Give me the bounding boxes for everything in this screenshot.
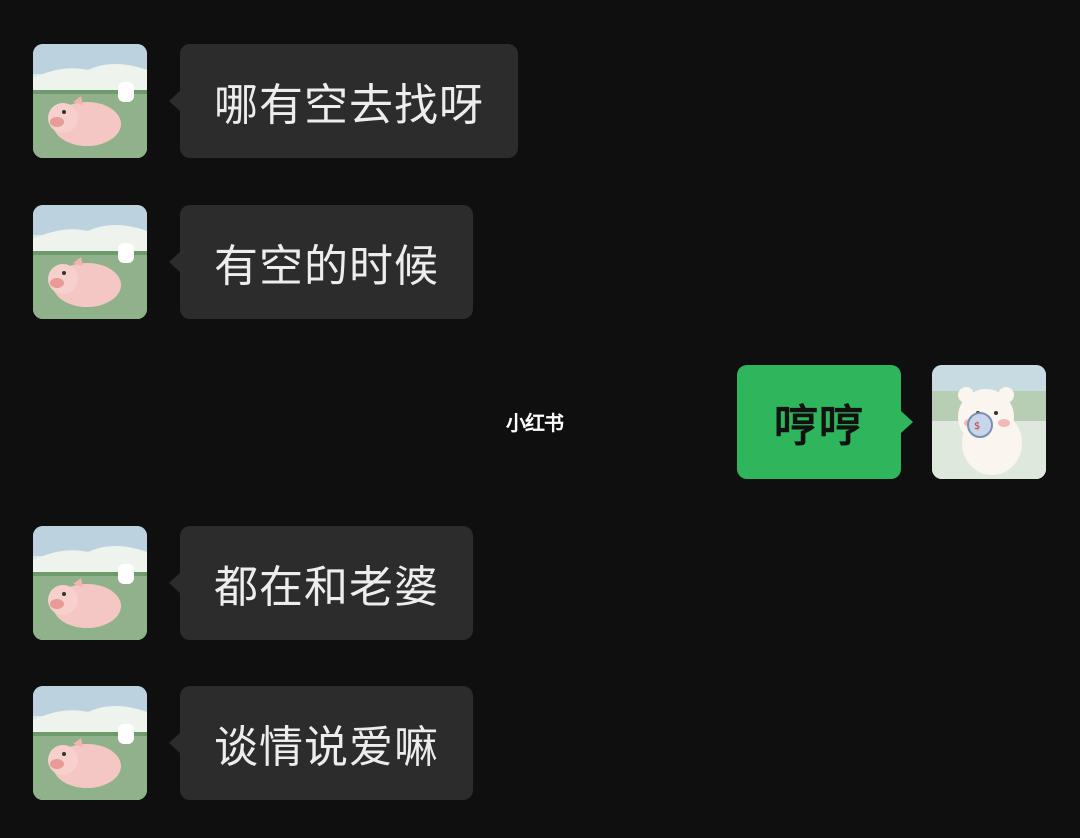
message-row: 有空的时候 — [0, 205, 1080, 319]
message-row: 都在和老婆 — [0, 526, 1080, 640]
pig-avatar-icon[interactable] — [33, 205, 147, 319]
chat-thread: 哪有空去找呀 有空的时候 哼哼 $ 都在和老婆 谈情说爱嘛 小红书 — [0, 0, 1080, 838]
message-text: 都在和老婆 — [214, 562, 439, 613]
incoming-message-bubble[interactable]: 都在和老婆 — [169, 526, 473, 640]
bear-avatar-icon[interactable]: $ — [932, 365, 1046, 479]
message-text: 有空的时候 — [214, 241, 439, 292]
message-text: 哪有空去找呀 — [214, 80, 484, 131]
message-row: 哪有空去找呀 — [0, 44, 1080, 158]
svg-text:$: $ — [974, 421, 980, 432]
incoming-message-bubble[interactable]: 哪有空去找呀 — [169, 44, 518, 158]
pig-avatar-icon[interactable] — [33, 686, 147, 800]
pig-avatar-icon[interactable] — [33, 526, 147, 640]
message-text: 谈情说爱嘛 — [214, 722, 439, 773]
incoming-message-bubble[interactable]: 有空的时候 — [169, 205, 473, 319]
message-row: 谈情说爱嘛 — [0, 686, 1080, 800]
watermark-logo: 小红书 — [506, 411, 564, 435]
incoming-message-bubble[interactable]: 谈情说爱嘛 — [169, 686, 473, 800]
outgoing-message-bubble[interactable]: 哼哼 — [737, 365, 913, 479]
pig-avatar-icon[interactable] — [33, 44, 147, 158]
message-text: 哼哼 — [774, 401, 864, 452]
